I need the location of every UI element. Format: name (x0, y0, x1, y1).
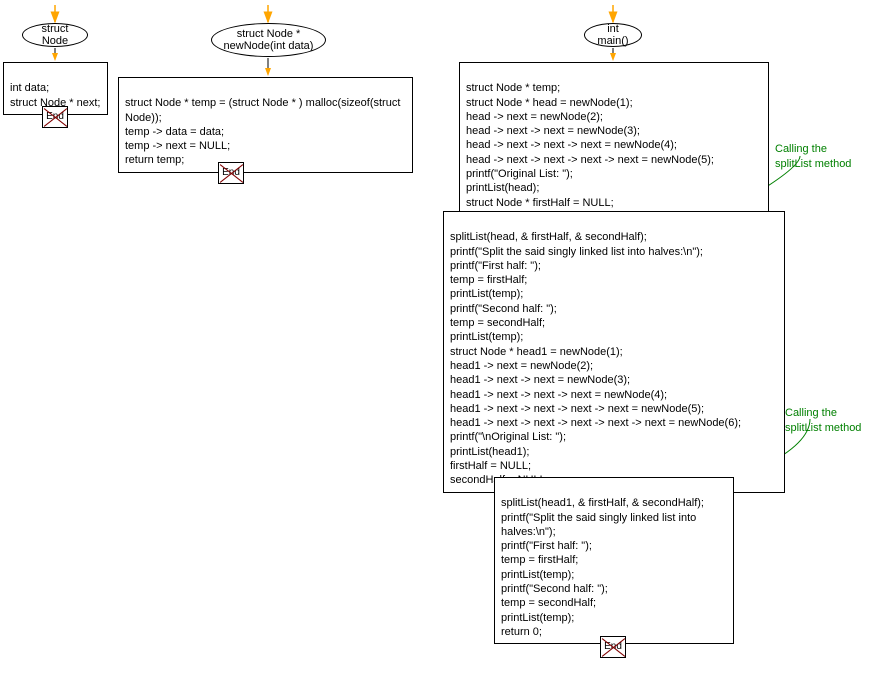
label: struct Node (31, 23, 79, 47)
annotation-splitlist-1: Calling the splitList method (775, 128, 851, 171)
code: struct Node * temp; struct Node * head =… (466, 82, 714, 223)
end-terminal-1: End (42, 106, 68, 128)
annotation-text: Calling the splitList method (785, 407, 861, 433)
end-label: End (222, 167, 240, 178)
code: splitList(head1, & firstHalf, & secondHa… (501, 497, 704, 638)
annotation-text: Calling the splitList method (775, 143, 851, 169)
end-label: End (46, 111, 64, 122)
end-terminal-2: End (218, 162, 244, 184)
label: int main() (593, 23, 633, 47)
process-main-block1: struct Node * temp; struct Node * head =… (459, 62, 769, 229)
process-main-block2: splitList(head, & firstHalf, & secondHal… (443, 211, 785, 493)
label: struct Node * newNode(int data) (224, 28, 314, 52)
ellipse-struct-node: struct Node (22, 23, 88, 47)
process-main-block3: splitList(head1, & firstHalf, & secondHa… (494, 477, 734, 644)
annotation-splitlist-2: Calling the splitList method (785, 392, 861, 435)
end-label: End (604, 641, 622, 652)
end-terminal-3: End (600, 636, 626, 658)
process-newnode-body: struct Node * temp = (struct Node * ) ma… (118, 77, 413, 173)
code: struct Node * temp = (struct Node * ) ma… (125, 97, 400, 166)
code: splitList(head, & firstHalf, & secondHal… (450, 231, 741, 486)
ellipse-newnode: struct Node * newNode(int data) (211, 23, 326, 57)
ellipse-main: int main() (584, 23, 642, 47)
code: int data; struct Node * next; (10, 82, 101, 108)
